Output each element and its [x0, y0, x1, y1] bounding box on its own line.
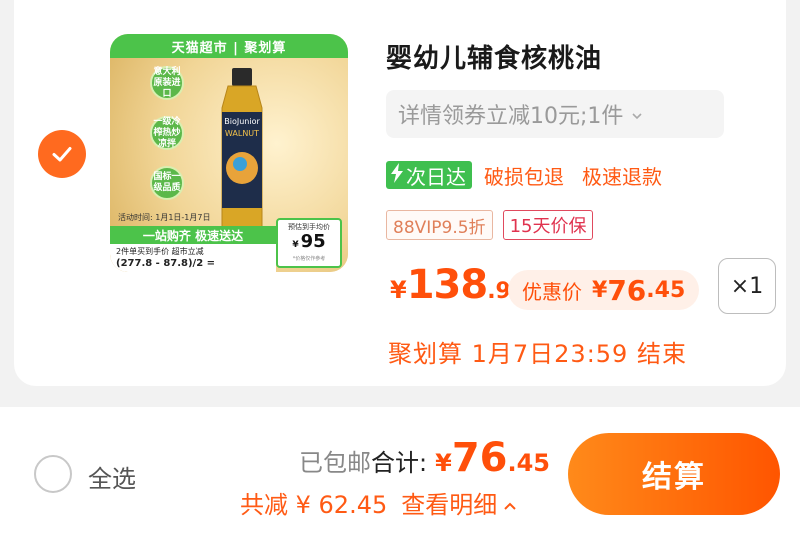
saving-line[interactable]: 共减 ¥ 62.45 查看明细	[240, 485, 517, 520]
chevron-down-icon	[631, 102, 643, 127]
image-green-band: 一站购齐 极速送达	[110, 226, 276, 244]
next-day-badge: 次日达	[386, 161, 472, 189]
image-price-yen: ¥	[292, 240, 299, 250]
checkout-button[interactable]: 结算	[568, 433, 780, 515]
service-tags: 次日达 破损包退 极速退款	[386, 160, 662, 190]
price-symbol: ¥	[390, 276, 407, 304]
quantity-button[interactable]: ×1	[718, 258, 776, 314]
deal-price-decimal: .45	[646, 277, 686, 303]
vip-discount-badge: 88VIP9.5折	[386, 210, 493, 240]
free-shipping-text: 已包邮	[299, 449, 372, 477]
checkout-bar: 全选 已包邮 合计: ¥ 76 .45 共减 ¥ 62.45 查看明细 结算	[0, 407, 800, 544]
bottle-walnut-text: WALNUT	[225, 129, 259, 138]
sku-selector[interactable]: 详情领券立减10元;1件	[386, 90, 724, 138]
image-tag-quality: 国标一级品质	[150, 166, 184, 200]
total-symbol: ¥	[435, 449, 452, 477]
promo-end-text: 聚划算 1月7日23:59 结束	[388, 340, 687, 368]
image-top-banner: 天猫超市 | 聚划算	[110, 34, 348, 58]
image-price-number: 95	[300, 231, 326, 252]
promo-badges: 88VIP9.5折 15天价保	[386, 210, 594, 240]
item-select-checkbox[interactable]	[38, 130, 86, 178]
total-integer: 76	[451, 435, 508, 481]
deal-price-pill: 优惠价 ¥76.45	[508, 270, 700, 310]
image-tag-process: 一级冷榨热炒凉拌	[150, 116, 184, 150]
lightning-icon	[390, 162, 404, 188]
checkmark-icon	[52, 147, 72, 162]
select-all-checkbox[interactable]	[34, 455, 72, 493]
deal-price-integer: 76	[607, 273, 647, 307]
image-formula: 2件单买到手价 超市立减 (277.8 - 87.8)/2 =	[110, 244, 276, 272]
deal-price-label: 优惠价	[522, 279, 582, 304]
image-tag-origin: 意大利原装进口	[150, 66, 184, 100]
select-all-label[interactable]: 全选	[88, 459, 136, 494]
next-day-label: 次日达	[406, 164, 466, 189]
image-price-box: 预估到手均价 ¥95 *价格仅作参考	[276, 218, 342, 268]
item-price: ¥138.9	[390, 262, 511, 308]
deal-price-symbol: ¥	[592, 277, 608, 303]
total-label: 合计:	[371, 449, 428, 477]
view-detail-link[interactable]: 查看明细	[401, 485, 497, 520]
formula-values: (277.8 - 87.8)/2 =	[116, 258, 216, 269]
product-title[interactable]: 婴幼儿辅食核桃油	[386, 38, 602, 75]
service-damage-return: 破损包退	[484, 164, 564, 189]
price-protection-badge: 15天价保	[502, 210, 594, 240]
price-integer: 138	[406, 262, 488, 308]
service-fast-refund: 极速退款	[582, 164, 662, 189]
total-line: 已包邮 合计: ¥ 76 .45	[299, 435, 550, 481]
image-price-value: ¥95	[278, 232, 340, 255]
image-price-note: *价格仅作参考	[292, 256, 326, 262]
product-image[interactable]: 天猫超市 | 聚划算 意大利原装进口 一级冷榨热炒凉拌 国标一级品质 BioJu…	[110, 34, 348, 272]
sku-text: 详情领券立减10元;1件	[398, 104, 624, 129]
chevron-up-icon[interactable]	[503, 489, 517, 517]
total-decimal: .45	[507, 449, 550, 477]
saving-amount: 共减 ¥ 62.45	[240, 491, 388, 519]
formula-header: 2件单买到手价 超市立减	[116, 247, 204, 256]
cart-item-card: 天猫超市 | 聚划算 意大利原装进口 一级冷榨热炒凉拌 国标一级品质 BioJu…	[14, 0, 786, 386]
bottle-brand-text: BioJunior	[224, 117, 260, 126]
oil-bottle-image: BioJunior WALNUT	[221, 68, 263, 229]
